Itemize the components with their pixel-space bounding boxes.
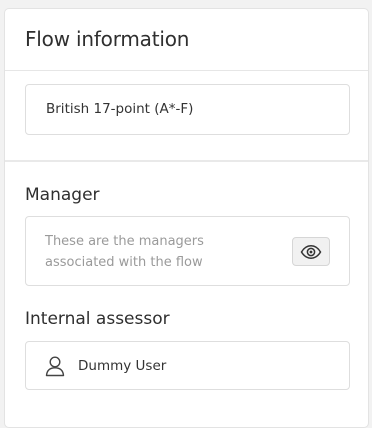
panel-header: Flow information	[5, 9, 368, 71]
view-managers-button[interactable]	[292, 237, 330, 266]
eye-icon	[300, 244, 322, 259]
assessor-name: Dummy User	[78, 357, 167, 374]
user-icon	[44, 355, 66, 377]
flow-information-panel: Flow information British 17-point (A*-F)…	[4, 8, 369, 428]
section-divider	[5, 160, 368, 162]
manager-heading: Manager	[25, 185, 100, 205]
internal-assessor-heading: Internal assessor	[25, 309, 170, 329]
internal-assessor-field: Dummy User	[25, 341, 350, 390]
grade-scale-value: British 17-point (A*-F)	[46, 101, 194, 117]
manager-field: These are the managers associated with t…	[25, 216, 350, 286]
manager-description: These are the managers associated with t…	[45, 234, 204, 270]
panel-title: Flow information	[25, 27, 190, 51]
grade-scale-field: British 17-point (A*-F)	[25, 84, 350, 135]
grade-scale-section: British 17-point (A*-F)	[5, 71, 368, 160]
